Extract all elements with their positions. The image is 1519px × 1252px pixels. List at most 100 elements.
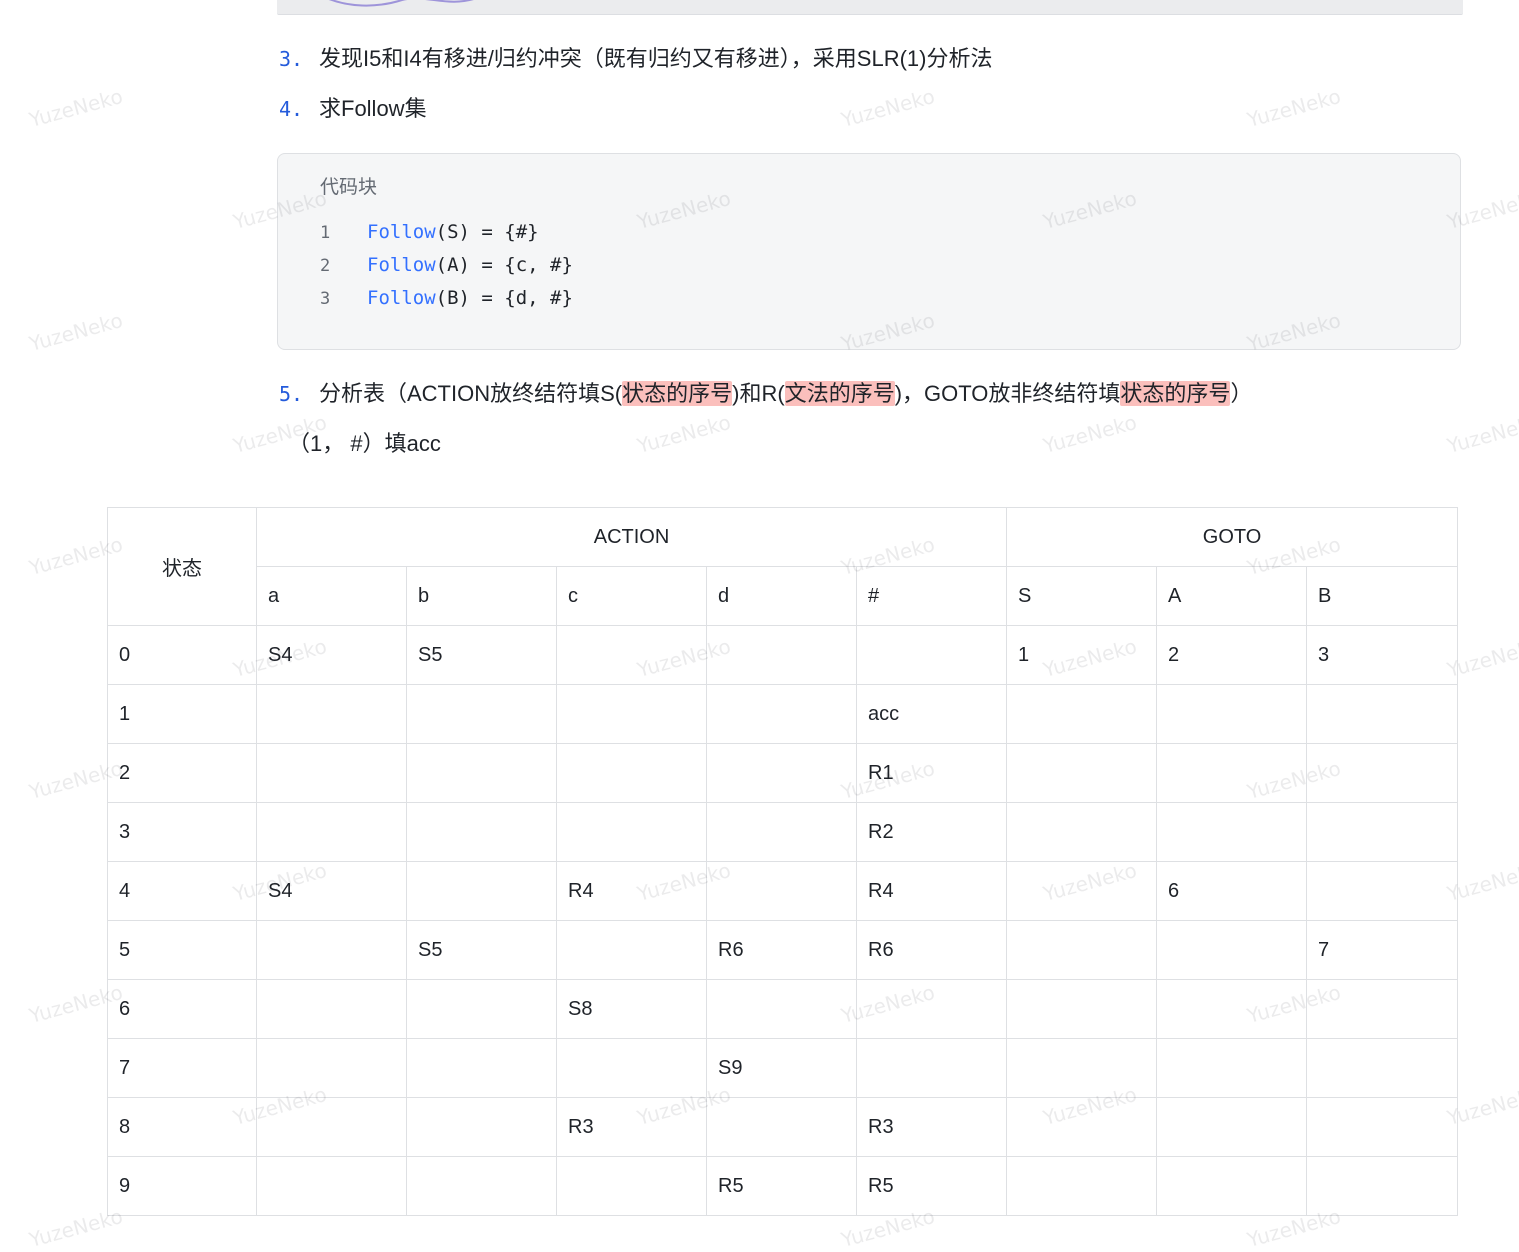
- table-cell: [1306, 1156, 1459, 1216]
- table-cell: [556, 802, 707, 862]
- symbol-header-cell: #: [855, 566, 1008, 626]
- watermark-text: YuzeNeko: [634, 410, 734, 458]
- table-row: 6 S8: [107, 979, 1459, 1039]
- handwriting-scribble: [328, 0, 474, 7]
- table-cell: [855, 1038, 1008, 1098]
- table-row: 9 R5 R5: [107, 1156, 1459, 1216]
- table-cell: [1306, 743, 1459, 803]
- table-cell: R3: [855, 1097, 1008, 1157]
- table-cell: [1006, 802, 1158, 862]
- slr-analysis-table: 状态 ACTION GOTO a b c d # S A B 0 S4 S5 1 2 3 1 acc 2 R1 3…: [107, 507, 1459, 1216]
- table-cell: [256, 979, 407, 1039]
- table-cell: [706, 979, 857, 1039]
- table-cell: [1006, 684, 1158, 744]
- table-row: 2 R1: [107, 743, 1459, 803]
- table-cell: [556, 743, 707, 803]
- watermark-text: YuzeNeko: [838, 84, 938, 132]
- symbol-header-cell: S: [1006, 566, 1158, 626]
- symbol-header-row: a b c d # S A B: [108, 566, 1459, 626]
- line-number: 2: [320, 256, 331, 276]
- table-cell: [1306, 861, 1459, 921]
- highlighted-text: 文法的序号: [784, 381, 895, 406]
- code-function-name: Follow: [367, 287, 436, 309]
- code-line: 1 Follow(S) = {#}: [320, 216, 573, 249]
- state-cell: 6: [107, 979, 257, 1039]
- table-cell: [556, 684, 707, 744]
- table-cell: S4: [256, 625, 407, 685]
- table-cell: S4: [256, 861, 407, 921]
- watermark-text: YuzeNeko: [26, 84, 126, 132]
- list-item-text: 分析表（ACTION放终结符填S(状态的序号)和R(文法的序号)，GOTO放非终…: [319, 381, 1252, 406]
- table-cell: [1006, 1097, 1158, 1157]
- code-block[interactable]: 代码块 1 Follow(S) = {#} 2 Follow(A) = {c, #} 3…: [277, 153, 1461, 350]
- table-cell: [1006, 1156, 1158, 1216]
- table-cell: [256, 1038, 407, 1098]
- table-cell: [1156, 920, 1308, 980]
- code-line: 2 Follow(A) = {c, #}: [320, 249, 573, 282]
- table-cell: [256, 920, 407, 980]
- list-number: 4.: [279, 97, 304, 121]
- symbol-header-cell: A: [1156, 566, 1308, 626]
- table-cell: [406, 1097, 557, 1157]
- code-text: (B) = {d, #}: [435, 287, 573, 309]
- state-header: 状态: [107, 507, 257, 626]
- table-row: 0 S4 S5 1 2 3: [107, 625, 1459, 685]
- table-cell: [706, 1097, 857, 1157]
- symbol-header-cell: a: [256, 566, 407, 626]
- table-cell: R3: [556, 1097, 707, 1157]
- watermark-text: YuzeNeko: [1040, 410, 1140, 458]
- state-cell: 1: [107, 684, 257, 744]
- acc-note: （1， #）填acc: [288, 431, 441, 456]
- table-cell: [256, 1156, 407, 1216]
- highlighted-text: 状态的序号: [622, 381, 733, 406]
- table-cell: [1006, 743, 1158, 803]
- list-item-text: 发现I5和I4有移进/归约冲突（既有归约又有移进），采用SLR(1)分析法: [319, 46, 993, 71]
- table-row: 8 R3 R3: [107, 1097, 1459, 1157]
- list-item-text: 求Follow集: [319, 96, 427, 121]
- goto-header: GOTO: [1006, 507, 1459, 567]
- table-cell: [855, 979, 1008, 1039]
- state-cell: 7: [107, 1038, 257, 1098]
- table-cell: 3: [1306, 625, 1459, 685]
- table-cell: [256, 743, 407, 803]
- text-segment: ）: [1230, 381, 1253, 406]
- list-item-analysis-table: 5. 分析表（ACTION放终结符填S(状态的序号)和R(文法的序号)，GOTO放…: [279, 379, 1252, 409]
- code-function-name: Follow: [367, 221, 436, 243]
- highlighted-text: 状态的序号: [1120, 381, 1231, 406]
- table-cell: [1156, 743, 1308, 803]
- list-item-conflict: 3. 发现I5和I4有移进/归约冲突（既有归约又有移进），采用SLR(1)分析法: [279, 44, 993, 74]
- list-number: 5.: [279, 382, 304, 406]
- table-cell: [706, 743, 857, 803]
- table-cell: [1306, 1097, 1459, 1157]
- table-cell: S8: [556, 979, 707, 1039]
- table-cell: R6: [706, 920, 857, 980]
- table-cell: [1156, 1097, 1308, 1157]
- table-row: 4 S4 R4 R4 6: [107, 861, 1459, 921]
- table-cell: 2: [1156, 625, 1308, 685]
- table-cell: [706, 861, 857, 921]
- table-cell: [1156, 1038, 1308, 1098]
- line-number: 3: [320, 289, 331, 309]
- table-cell: [256, 1097, 407, 1157]
- table-cell: [706, 684, 857, 744]
- table-cell: [1306, 1038, 1459, 1098]
- table-cell: [1006, 1038, 1158, 1098]
- watermark-text: YuzeNeko: [26, 308, 126, 356]
- state-cell: 9: [107, 1156, 257, 1216]
- table-cell: [1156, 979, 1308, 1039]
- text-segment: )和R(: [732, 381, 785, 406]
- table-row: 3 R2: [107, 802, 1459, 862]
- table-cell: 6: [1156, 861, 1308, 921]
- table-row: 7 S9: [107, 1038, 1459, 1098]
- table-cell: R5: [706, 1156, 857, 1216]
- table-cell: [556, 1156, 707, 1216]
- text-segment: )，GOTO放非终结符填: [894, 381, 1121, 406]
- table-cell: [1156, 684, 1308, 744]
- table-cell: acc: [855, 684, 1008, 744]
- table-cell: R5: [855, 1156, 1008, 1216]
- text-segment: 求Follow集: [319, 96, 427, 121]
- code-lines[interactable]: 1 Follow(S) = {#} 2 Follow(A) = {c, #} 3 Foll…: [320, 216, 573, 315]
- table-cell: 1: [1006, 625, 1158, 685]
- code-block-title: 代码块: [320, 177, 378, 198]
- table-cell: S9: [706, 1038, 857, 1098]
